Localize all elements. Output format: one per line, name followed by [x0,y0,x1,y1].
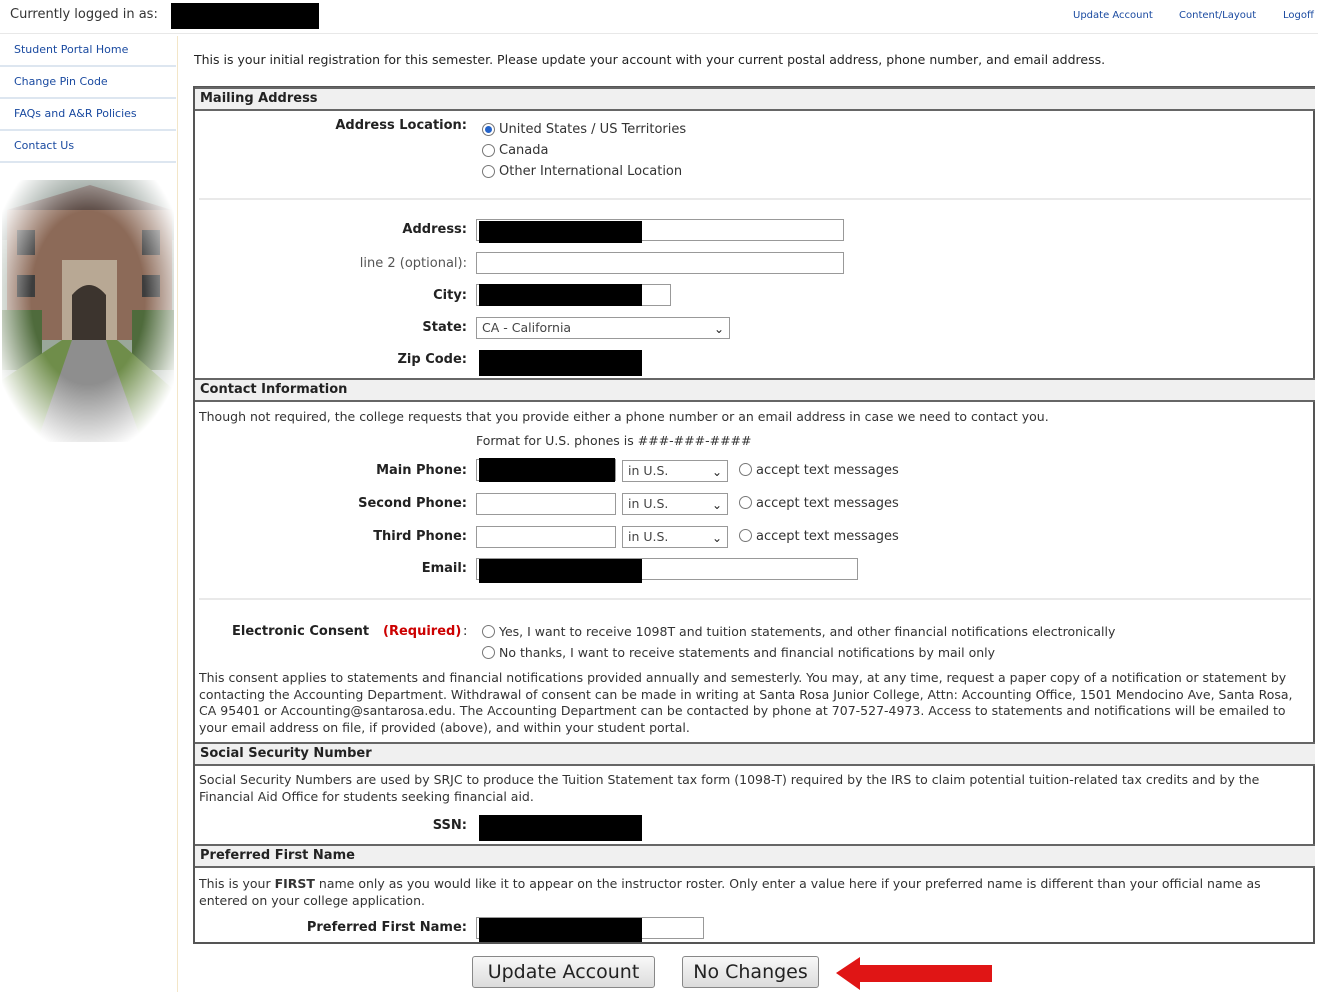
consent-text: This consent applies to statements and f… [199,670,1293,735]
radio-canada[interactable] [482,144,495,157]
chevron-down-icon: ⌄ [711,531,722,545]
preferred-text-bold: FIRST [274,876,315,891]
state-select[interactable]: CA - California ⌄ [476,317,730,339]
radio-international-label: Other International Location [499,164,683,179]
accept-text-label: accept text messages [756,496,899,511]
registration-form [193,86,1315,944]
consent-no-radio[interactable] [482,646,495,659]
accept-text-label: accept text messages [756,463,899,478]
second-phone-label: Second Phone: [358,496,467,511]
radio-canada-label: Canada [499,143,549,158]
redacted-email [479,559,642,583]
radio-us-label: United States / US Territories [499,122,687,137]
phone-format-note: Format for U.S. phones is ###-###-#### [476,433,752,448]
consent-label: Electronic Consent [232,624,370,639]
state-value: CA - California [482,320,572,335]
third-phone-accept-radio[interactable] [739,529,752,542]
colon: : [463,624,468,639]
sidebar-divider [177,36,178,992]
redacted-username [171,3,319,29]
required-marker: (Required) [383,624,462,639]
third-phone-label: Third Phone: [373,529,467,544]
third-phone-input[interactable] [476,526,616,548]
top-divider [0,33,1318,34]
intro-text: This is your initial registration for th… [194,52,1106,67]
sidebar-item-student-portal-home[interactable]: Student Portal Home [0,36,176,67]
redacted-zip [479,350,642,376]
radio-international[interactable] [482,165,495,178]
ssn-label: SSN: [432,818,467,833]
chevron-down-icon: ⌄ [713,322,724,336]
content-layout-link[interactable]: Content/Layout [1179,10,1256,21]
update-account-button[interactable]: Update Account [472,956,655,988]
email-label: Email: [421,561,467,576]
contact-info-header: Contact Information [195,378,1315,402]
divider [199,598,1311,600]
preferred-name-text: This is your FIRST name only as you woul… [199,876,1311,909]
address-line2-input[interactable] [476,252,844,274]
redacted-city [479,284,642,306]
update-account-link[interactable]: Update Account [1073,10,1153,21]
main-phone-label: Main Phone: [376,463,467,478]
preferred-name-label: Preferred First Name: [306,920,467,935]
address-label: Address: [402,222,467,237]
contact-note: Though not required, the college request… [199,409,1049,424]
no-changes-button[interactable]: No Changes [682,956,819,988]
ssn-header: Social Security Number [195,742,1315,766]
radio-us[interactable] [482,123,495,136]
region-value: in U.S. [628,496,669,511]
sidebar-item-faqs[interactable]: FAQs and A&R Policies [0,100,176,131]
accept-text-label: accept text messages [756,529,899,544]
redacted-main-phone [479,458,615,482]
city-label: City: [433,288,467,303]
ssn-text: Social Security Numbers are used by SRJC… [199,772,1260,804]
line2-label: line 2 (optional): [359,256,467,271]
second-phone-input[interactable] [476,493,616,515]
sidebar-item-contact-us[interactable]: Contact Us [0,132,176,163]
second-phone-accept-radio[interactable] [739,496,752,509]
region-value: in U.S. [628,529,669,544]
zip-label: Zip Code: [397,352,467,367]
chevron-down-icon: ⌄ [711,465,722,479]
campus-photo [2,180,174,442]
red-arrow-icon [836,955,994,992]
redacted-address [479,221,642,243]
mailing-address-header: Mailing Address [195,87,1315,111]
logoff-link[interactable]: Logoff [1283,10,1314,21]
second-phone-region-select[interactable]: in U.S. ⌄ [622,493,728,515]
main-phone-accept-radio[interactable] [739,463,752,476]
divider [199,198,1311,200]
state-label: State: [422,320,467,335]
address-location-label: Address Location: [335,118,467,133]
region-value: in U.S. [628,463,669,478]
logged-in-label: Currently logged in as: [10,7,158,22]
consent-yes-label: Yes, I want to receive 1098T and tuition… [499,624,1116,639]
preferred-name-header: Preferred First Name [195,844,1315,868]
consent-yes-radio[interactable] [482,625,495,638]
preferred-text-post: name only as you would like it to appear… [199,876,1261,908]
main-phone-region-select[interactable]: in U.S. ⌄ [622,460,728,482]
preferred-text-pre: This is your [199,876,275,891]
sidebar-item-change-pin-code[interactable]: Change Pin Code [0,68,176,99]
third-phone-region-select[interactable]: in U.S. ⌄ [622,526,728,548]
consent-no-label: No thanks, I want to receive statements … [499,645,996,660]
redacted-ssn [479,815,642,841]
chevron-down-icon: ⌄ [711,498,722,512]
redacted-preferred-name [479,918,642,942]
